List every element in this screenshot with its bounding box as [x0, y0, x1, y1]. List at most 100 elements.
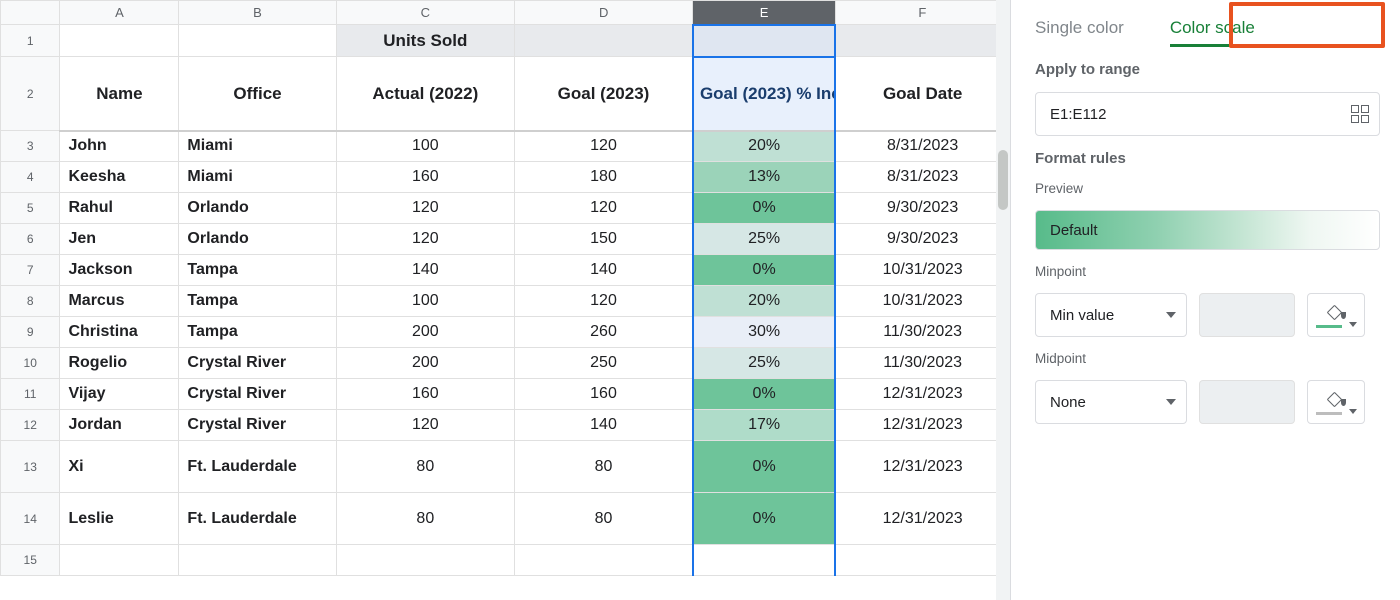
row-header-9[interactable]: 9	[1, 317, 60, 348]
cell-increase[interactable]: 13%	[693, 162, 835, 193]
header-increase[interactable]: Goal (2023) % Increase in Sales	[693, 57, 835, 131]
cell-office[interactable]: Tampa	[179, 286, 336, 317]
cell-goal-date[interactable]: 12/31/2023	[835, 379, 1009, 410]
cell-increase[interactable]: 0%	[693, 441, 835, 493]
cell-actual[interactable]: 160	[336, 162, 514, 193]
col-header-F[interactable]: F	[835, 1, 1009, 25]
midpoint-select[interactable]: None	[1035, 380, 1187, 424]
cell-increase[interactable]: 30%	[693, 317, 835, 348]
cell-office[interactable]: Orlando	[179, 224, 336, 255]
cell-goal[interactable]: 140	[515, 410, 693, 441]
cell-goal[interactable]: 120	[515, 193, 693, 224]
cell-actual[interactable]: 120	[336, 410, 514, 441]
row-header-8[interactable]: 8	[1, 286, 60, 317]
cell-goal[interactable]: 140	[515, 255, 693, 286]
cell-goal-date[interactable]: 11/30/2023	[835, 317, 1009, 348]
cell-A15[interactable]	[60, 545, 179, 576]
cell-C15[interactable]	[336, 545, 514, 576]
cell-name[interactable]: Leslie	[60, 493, 179, 545]
cell-goal[interactable]: 160	[515, 379, 693, 410]
cell-goal-date[interactable]: 8/31/2023	[835, 162, 1009, 193]
header-actual[interactable]: Actual (2022)	[336, 57, 514, 131]
row-header-7[interactable]: 7	[1, 255, 60, 286]
cell-goal[interactable]: 180	[515, 162, 693, 193]
row-header-2[interactable]: 2	[1, 57, 60, 131]
cell-name[interactable]: Jackson	[60, 255, 179, 286]
row-header-13[interactable]: 13	[1, 441, 60, 493]
cell-goal[interactable]: 80	[515, 441, 693, 493]
cell-office[interactable]: Tampa	[179, 255, 336, 286]
cell-F1[interactable]	[835, 25, 1009, 57]
row-header-4[interactable]: 4	[1, 162, 60, 193]
cell-goal[interactable]: 120	[515, 286, 693, 317]
row-header-15[interactable]: 15	[1, 545, 60, 576]
select-range-icon[interactable]	[1351, 105, 1369, 123]
cell-C1[interactable]: Units Sold	[336, 25, 514, 57]
cell-goal-date[interactable]: 8/31/2023	[835, 131, 1009, 162]
cell-office[interactable]: Miami	[179, 162, 336, 193]
col-header-C[interactable]: C	[336, 1, 514, 25]
tab-single-color[interactable]: Single color	[1035, 18, 1124, 44]
cell-name[interactable]: Jen	[60, 224, 179, 255]
cell-office[interactable]: Miami	[179, 131, 336, 162]
cell-office[interactable]: Ft. Lauderdale	[179, 493, 336, 545]
vertical-scrollbar[interactable]	[996, 0, 1010, 600]
cell-increase[interactable]: 17%	[693, 410, 835, 441]
cell-E15[interactable]	[693, 545, 835, 576]
cell-goal-date[interactable]: 10/31/2023	[835, 255, 1009, 286]
header-goal[interactable]: Goal (2023)	[515, 57, 693, 131]
cell-increase[interactable]: 0%	[693, 379, 835, 410]
cell-name[interactable]: Marcus	[60, 286, 179, 317]
cell-office[interactable]: Ft. Lauderdale	[179, 441, 336, 493]
cell-increase[interactable]: 0%	[693, 193, 835, 224]
col-header-D[interactable]: D	[515, 1, 693, 25]
cell-name[interactable]: Rogelio	[60, 348, 179, 379]
cell-goal[interactable]: 80	[515, 493, 693, 545]
cell-B15[interactable]	[179, 545, 336, 576]
cell-name[interactable]: Jordan	[60, 410, 179, 441]
cell-F15[interactable]	[835, 545, 1009, 576]
cell-increase[interactable]: 0%	[693, 255, 835, 286]
cell-name[interactable]: Xi	[60, 441, 179, 493]
row-header-14[interactable]: 14	[1, 493, 60, 545]
cell-actual[interactable]: 100	[336, 286, 514, 317]
cell-office[interactable]: Tampa	[179, 317, 336, 348]
cell-actual[interactable]: 200	[336, 317, 514, 348]
midpoint-value-input[interactable]	[1199, 380, 1295, 424]
cell-goal-date[interactable]: 12/31/2023	[835, 410, 1009, 441]
spreadsheet-grid[interactable]: A B C D E F 1 Units Sold 2 Name	[0, 0, 1010, 576]
cell-goal[interactable]: 120	[515, 131, 693, 162]
scrollbar-thumb[interactable]	[998, 150, 1008, 210]
cell-actual[interactable]: 80	[336, 493, 514, 545]
cell-office[interactable]: Crystal River	[179, 379, 336, 410]
cell-name[interactable]: Christina	[60, 317, 179, 348]
minpoint-value-input[interactable]	[1199, 293, 1295, 337]
row-header-11[interactable]: 11	[1, 379, 60, 410]
cell-increase[interactable]: 20%	[693, 131, 835, 162]
select-all-corner[interactable]	[1, 1, 60, 25]
minpoint-select[interactable]: Min value	[1035, 293, 1187, 337]
minpoint-color-button[interactable]	[1307, 293, 1365, 337]
apply-to-range-input[interactable]: E1:E112	[1035, 92, 1380, 136]
cell-goal-date[interactable]: 9/30/2023	[835, 224, 1009, 255]
cell-name[interactable]: John	[60, 131, 179, 162]
cell-goal-date[interactable]: 9/30/2023	[835, 193, 1009, 224]
cell-actual[interactable]: 160	[336, 379, 514, 410]
cell-goal-date[interactable]: 10/31/2023	[835, 286, 1009, 317]
cell-name[interactable]: Rahul	[60, 193, 179, 224]
cell-goal[interactable]: 250	[515, 348, 693, 379]
cell-D1[interactable]	[515, 25, 693, 57]
row-header-5[interactable]: 5	[1, 193, 60, 224]
cell-actual[interactable]: 200	[336, 348, 514, 379]
row-header-3[interactable]: 3	[1, 131, 60, 162]
cell-increase[interactable]: 0%	[693, 493, 835, 545]
cell-D15[interactable]	[515, 545, 693, 576]
row-header-12[interactable]: 12	[1, 410, 60, 441]
cell-goal[interactable]: 260	[515, 317, 693, 348]
cell-B1[interactable]	[179, 25, 336, 57]
cell-increase[interactable]: 20%	[693, 286, 835, 317]
header-office[interactable]: Office	[179, 57, 336, 131]
header-goal-date[interactable]: Goal Date	[835, 57, 1009, 131]
cell-increase[interactable]: 25%	[693, 348, 835, 379]
col-header-A[interactable]: A	[60, 1, 179, 25]
